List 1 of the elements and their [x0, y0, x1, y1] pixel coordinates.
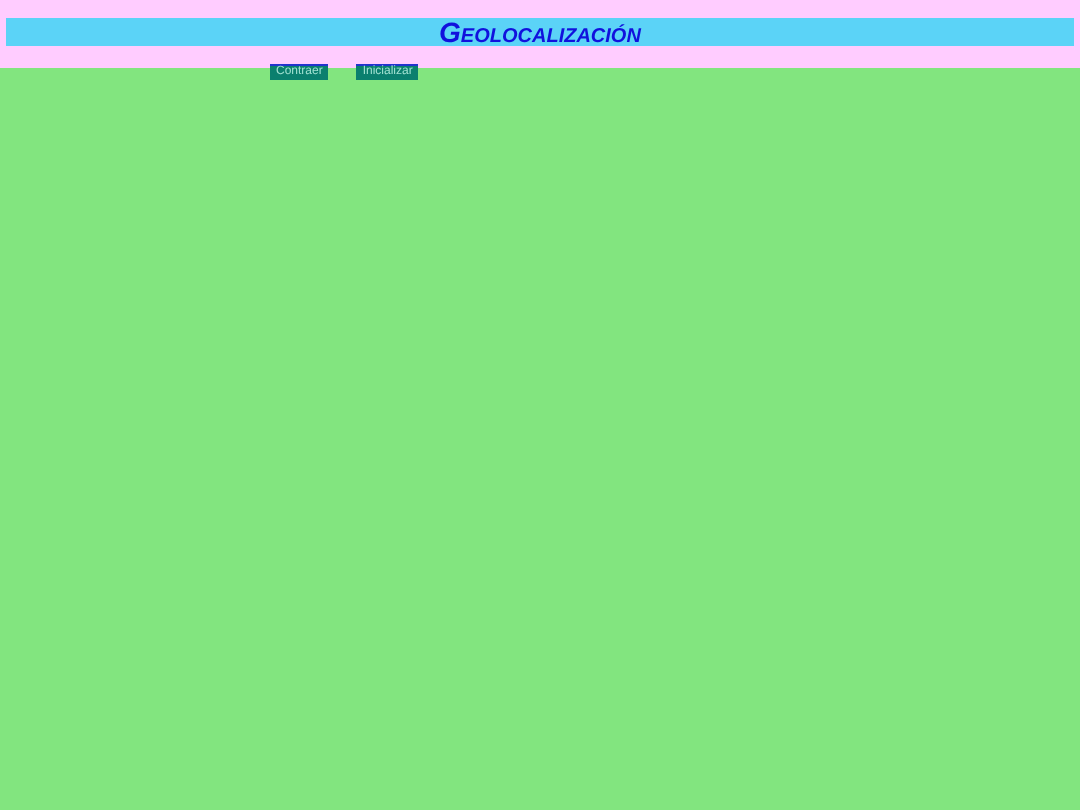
page-title: Geolocalización	[6, 18, 1074, 46]
